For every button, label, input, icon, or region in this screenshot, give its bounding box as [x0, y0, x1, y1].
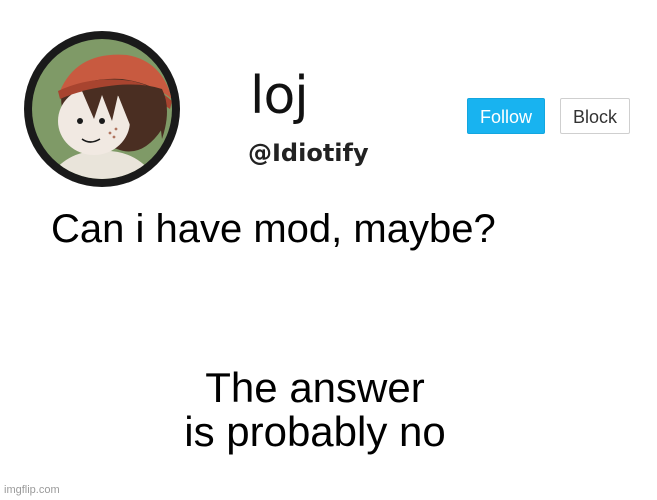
avatar[interactable] — [22, 29, 182, 189]
post-text-line2: The answer is probably no — [184, 364, 446, 455]
display-name: loj — [250, 66, 309, 126]
avatar-image — [24, 31, 180, 187]
post-text-line1: Can i have mod, maybe? — [51, 207, 496, 251]
imgflip-watermark: imgflip.com — [4, 484, 60, 496]
user-handle: @Idiotify — [248, 139, 369, 167]
block-button[interactable]: Block — [560, 98, 630, 134]
follow-button[interactable]: Follow — [467, 98, 545, 134]
